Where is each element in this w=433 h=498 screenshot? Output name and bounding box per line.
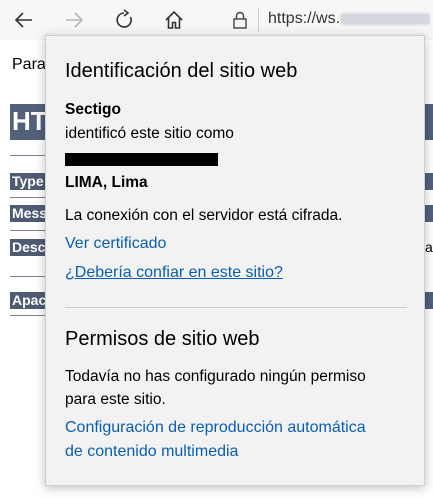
certificate-issuer: Sectigo [65,101,121,118]
redacted-organization [65,153,218,166]
no-permissions-text-line1: Todavía no has configurado ningún permis… [65,368,366,385]
page-header-text: HT [12,106,47,136]
divider-line [10,155,50,156]
right-header-band [425,104,433,140]
right-label-band [425,205,433,222]
site-permissions-title: Permisos de sitio web [65,328,260,350]
trust-site-link[interactable]: ¿Debería confiar en este sitio? [65,264,283,282]
refresh-button[interactable] [108,4,140,36]
arrow-left-icon [14,12,32,28]
divider-line [10,276,50,277]
divider-line [10,197,50,198]
right-text: a [425,239,433,255]
label-message: Mess [10,205,50,222]
autoplay-settings-link-line1[interactable]: Configuración de reproducción automática [65,419,366,437]
label-apache: Apac [10,292,50,309]
site-info-flyout: Identificación del sitio web Sectigo ide… [45,35,425,486]
address-bar[interactable]: https://ws. [222,0,433,40]
right-label-band [425,292,433,309]
connection-encrypted-text: La conexión con el servidor está cifrada… [65,207,343,224]
site-identification-title: Identificación del sitio web [65,60,298,82]
browser-toolbar: https://ws. [0,0,433,40]
url-text[interactable]: https://ws. [268,10,431,28]
autoplay-settings-link-line2[interactable]: de contenido multimedia [65,443,238,461]
forward-button[interactable] [58,4,90,36]
divider-line [10,230,50,231]
refresh-icon [116,9,132,28]
label-description: Desc [10,239,50,256]
divider-line [10,315,50,316]
no-permissions-text-line2: para este sitio. [65,391,166,408]
redacted-url-part [340,12,431,25]
arrow-right-icon [66,12,84,28]
lock-icon[interactable] [231,10,249,35]
label-type: Type [10,173,50,190]
home-button[interactable] [158,4,190,36]
section-divider [65,307,407,308]
identified-as-text: identificó este sitio como [65,125,234,142]
address-separator [258,8,259,32]
right-label-band [425,173,433,190]
view-certificate-link[interactable]: Ver certificado [65,235,166,253]
home-icon [165,10,183,29]
para-label: Para [12,56,46,73]
site-location: LIMA, Lima [65,174,148,191]
back-button[interactable] [8,4,40,36]
